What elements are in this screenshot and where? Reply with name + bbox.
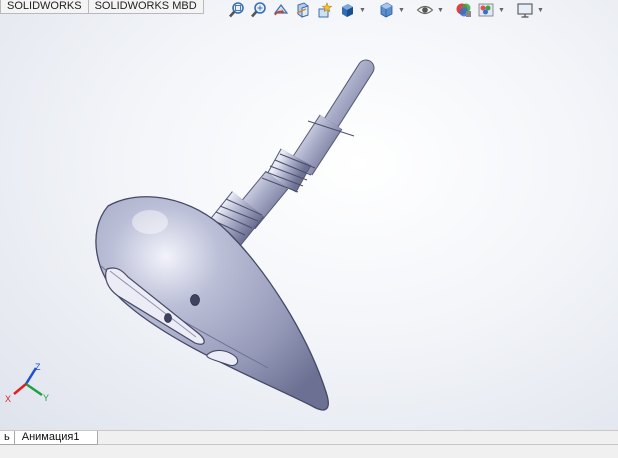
shaft	[207, 59, 375, 247]
display-style-icon[interactable]	[375, 0, 396, 20]
y-axis	[25, 382, 43, 397]
hide-show-items-icon[interactable]	[414, 0, 435, 20]
view-settings-dropdown-icon[interactable]: ▼	[536, 0, 545, 20]
part-model[interactable]	[0, 0, 618, 430]
x-axis	[13, 383, 27, 395]
apply-scene-icon[interactable]	[475, 0, 496, 20]
tab-model-partial[interactable]: ь	[0, 431, 15, 445]
tab-animation1[interactable]: Анимация1	[14, 431, 98, 445]
display-style-dropdown-icon[interactable]: ▼	[397, 0, 406, 20]
graphics-area[interactable]: SOLIDWORKS SOLIDWORKS MBD ▼ ▼ ▼ ▼ ▼ Z Y …	[0, 0, 618, 430]
heads-up-view-toolbar: ▼ ▼ ▼ ▼ ▼	[226, 0, 545, 20]
tab-solidworks[interactable]: SOLIDWORKS	[0, 0, 89, 14]
view-orientation-dropdown-icon[interactable]: ▼	[358, 0, 367, 20]
section-view-icon[interactable]	[292, 0, 313, 20]
zoom-to-fit-icon[interactable]	[226, 0, 247, 20]
bottom-tab-bar: ь Анимация1	[0, 430, 618, 458]
z-axis-label: Z	[35, 362, 41, 372]
x-axis-label: X	[5, 394, 11, 404]
dynamic-annotation-icon[interactable]	[314, 0, 335, 20]
tab-solidworks-mbd[interactable]: SOLIDWORKS MBD	[88, 0, 204, 14]
view-settings-icon[interactable]	[514, 0, 535, 20]
hide-show-items-dropdown-icon[interactable]: ▼	[436, 0, 445, 20]
y-axis-label: Y	[43, 393, 49, 403]
command-manager-tabs: SOLIDWORKS SOLIDWORKS MBD	[0, 0, 204, 14]
zoom-to-area-icon[interactable]	[248, 0, 269, 20]
reference-triad[interactable]: Z Y X	[2, 360, 56, 406]
edit-appearance-icon[interactable]	[453, 0, 474, 20]
previous-view-icon[interactable]	[270, 0, 291, 20]
nose-body	[95, 196, 329, 411]
view-orientation-icon[interactable]	[336, 0, 357, 20]
apply-scene-dropdown-icon[interactable]: ▼	[497, 0, 506, 20]
